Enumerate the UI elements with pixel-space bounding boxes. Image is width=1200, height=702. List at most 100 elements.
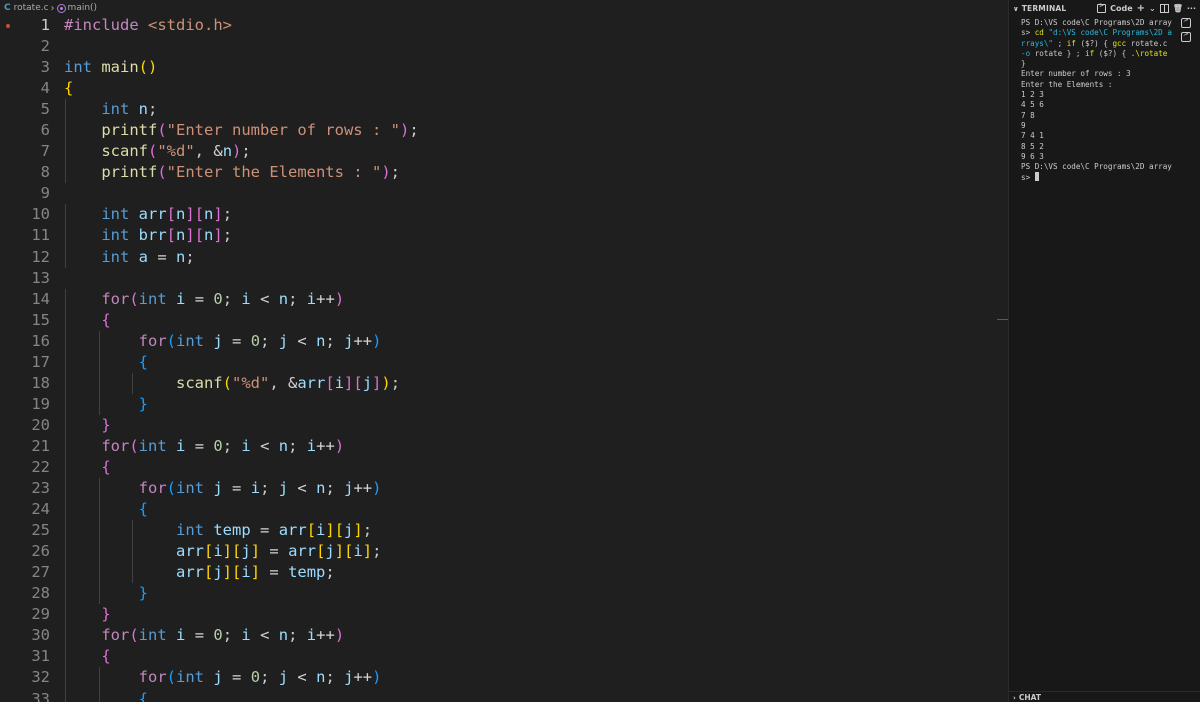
code-line[interactable]: 25 int temp = arr[i][j]; [0,520,1008,542]
chat-header[interactable]: › CHAT [1009,691,1200,702]
terminal-line: 8 5 2 [1021,141,1044,151]
code-text: scanf("%d", &arr[i][j]); [175,373,401,392]
line-number: 2 [40,37,50,56]
code-text: { [101,647,111,666]
terminal-header[interactable]: ∨ TERMINAL Code + ⌄ 🗑 ··· [1009,0,1200,17]
code-line[interactable]: 11 int brr[n][n]; [0,225,1008,247]
code-line[interactable]: 10 int arr[n][n]; [0,204,1008,226]
line-number: 32 [31,668,50,687]
terminal-instance-icon[interactable] [1181,16,1191,28]
code-line[interactable]: 29 } [0,604,1008,626]
code-line[interactable]: 24 { [0,499,1008,521]
terminal-instance-icon[interactable] [1181,30,1191,42]
code-text: for(int j = i; j < n; j++) [138,479,382,498]
code-line[interactable]: 6 printf("Enter number of rows : "); [0,120,1008,142]
code-line[interactable]: 5 int n; [0,99,1008,121]
code-text: int arr[n][n]; [101,205,233,224]
code-line[interactable]: 20 } [0,414,1008,436]
code-line[interactable]: 32 for(int j = 0; j < n; j++) [0,667,1008,689]
code-line[interactable]: 23 for(int j = i; j < n; j++) [0,478,1008,500]
line-number: 5 [40,100,50,119]
code-text: int a = n; [101,247,195,266]
more-actions-icon[interactable]: ··· [1187,4,1196,13]
code-line[interactable]: 3 int main() [0,57,1008,78]
add-terminal-icon[interactable]: + [1137,3,1145,14]
code-line[interactable]: 27 arr[j][i] = temp; [0,562,1008,584]
code-line[interactable]: 21 for(int i = 0; i < n; i++) [0,435,1008,457]
code-line[interactable]: 2 [0,36,1008,57]
terminal-title[interactable]: TERMINAL [1022,4,1067,13]
chat-title[interactable]: CHAT [1019,693,1041,702]
code-line[interactable]: 14 for(int i = 0; i < n; i++) [0,288,1008,310]
terminal-line: } [1021,59,1026,69]
code-text: printf("Enter number of rows : "); [101,121,419,140]
code-text: for(int j = 0; j < n; j++) [138,331,382,350]
code-line[interactable]: 8 printf("Enter the Elements : "); [0,162,1008,184]
code-line[interactable]: 31 { [0,646,1008,668]
code-text: for(int j = 0; j < n; j++) [138,668,382,687]
code-line[interactable]: 28 } [0,583,1008,605]
code-line[interactable]: 7 scanf("%d", &n); [0,141,1008,163]
code-line[interactable]: 13 [0,268,1008,289]
code-line[interactable]: 26 arr[i][j] = arr[j][i]; [0,541,1008,563]
code-text: } [138,584,148,603]
code-text: for(int i = 0; i < n; i++) [101,436,345,455]
line-number: 15 [31,310,50,329]
shell-label[interactable]: Code [1110,4,1133,13]
code-line[interactable]: 33 { [0,688,1008,702]
chevron-right-icon[interactable]: › [1013,694,1016,702]
function-symbol-icon [56,3,66,13]
code-text: for(int i = 0; i < n; i++) [101,289,345,308]
sash-grip[interactable] [997,319,1008,320]
line-number: 7 [40,142,50,161]
code-text: { [64,79,74,98]
code-line[interactable]: 16 for(int j = 0; j < n; j++) [0,330,1008,352]
breadcrumb-file[interactable]: rotate.c [14,3,49,13]
line-number: 1 [40,16,50,34]
line-number: 12 [31,247,50,266]
terminal-panel: ∨ TERMINAL Code + ⌄ 🗑 ··· PS D:\VS code\… [1009,0,1200,702]
terminal-line: 7 8 [1021,110,1035,120]
code-line[interactable]: 12 int a = n; [0,246,1008,268]
code-text: } [101,605,111,624]
code-editor[interactable]: C rotate.c › main() 1 #include <stdio.h> 2… [0,0,1008,702]
code-line[interactable]: 15 { [0,309,1008,331]
line-number: 28 [31,584,50,603]
code-line[interactable]: 22 { [0,456,1008,479]
split-terminal-icon[interactable] [1159,4,1169,13]
code-line[interactable]: 4{ [0,78,1008,99]
line-number: 9 [40,184,50,203]
code-lines[interactable]: 1 #include <stdio.h> 2 3 int main() 4{5 int n… [0,15,1008,702]
breadcrumb-symbol[interactable]: main() [68,3,98,13]
line-number: 21 [31,436,50,455]
code-line[interactable]: 30 for(int i = 0; i < n; i++) [0,625,1008,647]
code-text: int brr[n][n]; [101,226,233,245]
code-text: arr[i][j] = arr[j][i]; [175,542,382,561]
line-number: 17 [31,352,50,371]
terminal-line: 7 4 1 [1021,131,1044,141]
code-text: arr[j][i] = temp; [175,563,335,582]
line-number: 18 [31,373,50,392]
line-number: 13 [31,268,50,287]
line-number: 16 [31,331,50,350]
code-line[interactable]: 17 { [0,351,1008,373]
line-number: 24 [31,500,50,519]
code-text: } [101,415,111,434]
code-text: printf("Enter the Elements : "); [101,163,400,182]
trash-icon[interactable]: 🗑 [1173,4,1183,13]
line-number: 8 [40,163,50,182]
terminal-output[interactable]: PS D:\VS code\C Programs\2D array s> cd "… [1021,18,1177,184]
terminal-dropdown-icon[interactable]: ⌄ [1149,4,1156,13]
terminal-line: 9 6 3 [1021,151,1044,161]
terminal-line: PS D:\VS code\C Programs\2D array [1021,18,1172,27]
code-line[interactable]: 9 [0,183,1008,204]
code-line[interactable]: 19 } [0,393,1008,415]
chevron-down-icon[interactable]: ∨ [1013,5,1019,13]
line-number: 25 [31,521,50,540]
code-line[interactable]: 18 scanf("%d", &arr[i][j]); [0,372,1008,394]
breadcrumb: C rotate.c › main() [0,0,1008,16]
line-number: 11 [31,226,50,245]
line-number: 3 [40,58,50,77]
code-line[interactable]: 1 #include <stdio.h> [0,15,1008,36]
terminal-line: s> cd "d:\VS code\C Programs\2D a [1021,28,1172,38]
